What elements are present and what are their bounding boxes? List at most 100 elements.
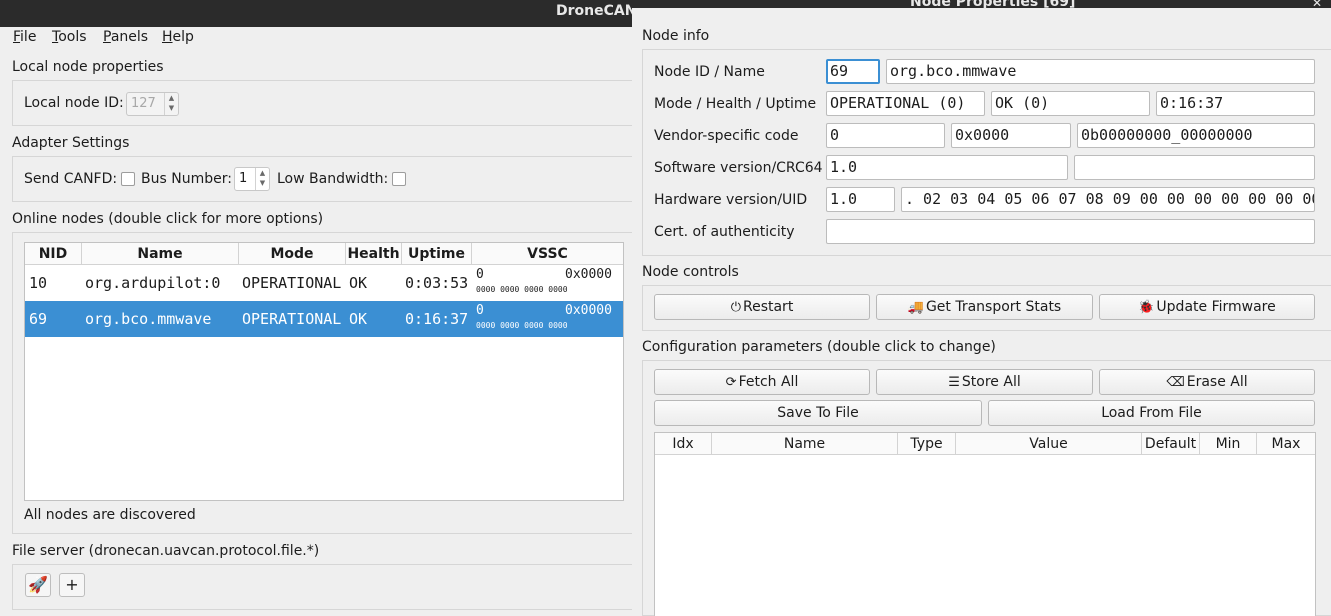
vendor-code-label: Vendor-specific code (654, 128, 799, 144)
cell-uptime: 0:03:53 (405, 274, 469, 292)
database-icon: ☰ (948, 375, 960, 390)
low-bandwidth-label: Low Bandwidth: (277, 171, 389, 187)
save-to-file-button[interactable]: Save To File (654, 400, 982, 426)
uptime-field[interactable]: 0:16:37 (1156, 91, 1315, 116)
file-server-group-title: File server (dronecan.uavcan.protocol.fi… (12, 543, 320, 559)
update-firmware-button[interactable]: 🐞 Update Firmware (1099, 294, 1315, 320)
cell-vssc-hex: 0x0000 (565, 267, 612, 282)
menu-bar: File Tools Panels Help (0, 27, 632, 51)
table-row[interactable]: 69 org.bco.mmwave OPERATIONAL OK 0:16:37… (25, 301, 623, 337)
column-header-uptime[interactable]: Uptime (402, 243, 472, 265)
spin-arrows-icon: ▲ ▼ (164, 93, 178, 115)
certificate-field[interactable] (826, 219, 1315, 244)
nodes-status-text: All nodes are discovered (24, 507, 196, 523)
column-header-name[interactable]: Name (712, 433, 898, 455)
vendor-dec-field[interactable]: 0 (826, 123, 945, 148)
window-title: DroneCAN (556, 3, 632, 19)
low-bandwidth-checkbox[interactable] (392, 172, 406, 186)
column-header-idx[interactable]: Idx (655, 433, 712, 455)
node-info-group-title: Node info (642, 28, 710, 44)
launch-file-server-button[interactable]: 🚀 (25, 573, 51, 597)
cell-health: OK (349, 274, 368, 292)
bus-number-spinbox[interactable]: 1 ▲ ▼ (234, 167, 270, 191)
get-transport-stats-button[interactable]: 🚚 Get Transport Stats (876, 294, 1093, 320)
cell-vssc-bits: 0000 0000 0000 0000 (476, 285, 568, 294)
software-version-field[interactable]: 1.0 (826, 155, 1068, 180)
online-nodes-group-title: Online nodes (double click for more opti… (12, 211, 324, 227)
software-version-label: Software version/CRC64 (654, 160, 823, 176)
cell-vssc-dec: 0 (476, 303, 484, 318)
column-header-max[interactable]: Max (1257, 433, 1315, 455)
menu-tools[interactable]: Tools (52, 29, 87, 45)
fetch-all-button[interactable]: ⟳ Fetch All (654, 369, 870, 395)
column-header-nid[interactable]: NID (25, 243, 82, 265)
bus-number-label: Bus Number: (141, 171, 232, 187)
certificate-label: Cert. of authenticity (654, 224, 795, 240)
menu-panels[interactable]: Panels (103, 29, 148, 45)
config-group-title: Configuration parameters (double click t… (642, 339, 996, 355)
bug-icon: 🐞 (1138, 300, 1155, 315)
erase-all-button[interactable]: ⌫ Erase All (1099, 369, 1315, 395)
mode-field[interactable]: OPERATIONAL (0) (826, 91, 985, 116)
close-icon[interactable]: ✕ (1312, 0, 1322, 14)
node-name-field[interactable]: org.bco.mmwave (886, 59, 1315, 84)
table-row[interactable]: 10 org.ardupilot:0 OPERATIONAL OK 0:03:5… (25, 265, 623, 301)
column-header-default[interactable]: Default (1142, 433, 1200, 455)
software-crc-field[interactable] (1074, 155, 1315, 180)
power-icon: ⏻ (730, 300, 741, 315)
local-node-id-spinbox[interactable]: 127 ▲ ▼ (126, 92, 179, 116)
vendor-hex-field[interactable]: 0x0000 (951, 123, 1071, 148)
menu-help[interactable]: Help (162, 29, 194, 45)
cell-nid: 69 (29, 310, 48, 328)
adapter-group-title: Adapter Settings (12, 135, 130, 151)
cell-name: org.ardupilot:0 (85, 274, 221, 292)
refresh-icon: ⟳ (725, 375, 737, 390)
spin-arrows-icon: ▲ ▼ (255, 168, 269, 190)
node-controls-group-title: Node controls (642, 264, 739, 280)
main-window: DroneCAN File Tools Panels Help Local no… (0, 0, 632, 616)
cell-vssc-dec: 0 (476, 267, 484, 282)
column-header-name[interactable]: Name (82, 243, 239, 265)
hardware-version-field[interactable]: 1.0 (826, 187, 895, 212)
truck-icon: 🚚 (907, 300, 924, 315)
properties-titlebar: Node Properties [69] ✕ (632, 0, 1331, 10)
main-titlebar: DroneCAN (0, 0, 632, 27)
restart-button[interactable]: ⏻ Restart (654, 294, 870, 320)
health-field[interactable]: OK (0) (991, 91, 1150, 116)
store-all-button[interactable]: ☰ Store All (876, 369, 1093, 395)
node-id-field[interactable]: 69 (826, 59, 880, 84)
column-header-min[interactable]: Min (1200, 433, 1257, 455)
cell-uptime: 0:16:37 (405, 310, 469, 328)
load-from-file-button[interactable]: Load From File (988, 400, 1315, 426)
column-header-value[interactable]: Value (956, 433, 1142, 455)
eraser-icon: ⌫ (1166, 375, 1185, 390)
cell-nid: 10 (29, 274, 48, 292)
column-header-health[interactable]: Health (346, 243, 402, 265)
file-server-group (12, 564, 632, 610)
menu-file[interactable]: File (13, 29, 36, 45)
column-header-mode[interactable]: Mode (239, 243, 346, 265)
cell-health: OK (349, 310, 368, 328)
local-node-group-title: Local node properties (12, 59, 164, 75)
column-header-vssc[interactable]: VSSC (472, 243, 623, 265)
cell-mode: OPERATIONAL (242, 310, 342, 328)
cell-vssc-hex: 0x0000 (565, 303, 612, 318)
cell-vssc-bits: 0000 0000 0000 0000 (476, 321, 568, 330)
send-canfd-label: Send CANFD: (24, 171, 118, 187)
column-header-type[interactable]: Type (898, 433, 956, 455)
properties-window-title: Node Properties [69] (910, 0, 1076, 10)
hardware-uid-field[interactable]: . 02 03 04 05 06 07 08 09 00 00 00 00 00… (901, 187, 1315, 212)
vendor-bin-field[interactable]: 0b00000000_00000000 (1077, 123, 1315, 148)
rocket-icon: 🚀 (28, 575, 48, 594)
plus-icon: + (65, 575, 79, 594)
mode-health-uptime-label: Mode / Health / Uptime (654, 96, 817, 112)
add-path-button[interactable]: + (59, 573, 85, 597)
config-parameters-table[interactable]: Idx Name Type Value Default Min Max (654, 432, 1316, 616)
node-id-label: Node ID / Name (654, 64, 765, 80)
hardware-version-label: Hardware version/UID (654, 192, 808, 208)
cell-mode: OPERATIONAL (242, 274, 342, 292)
local-node-id-label: Local node ID: (24, 95, 124, 111)
send-canfd-checkbox[interactable] (121, 172, 135, 186)
cell-name: org.bco.mmwave (85, 310, 212, 328)
online-nodes-table[interactable]: NID Name Mode Health Uptime VSSC 10 org.… (24, 242, 624, 501)
